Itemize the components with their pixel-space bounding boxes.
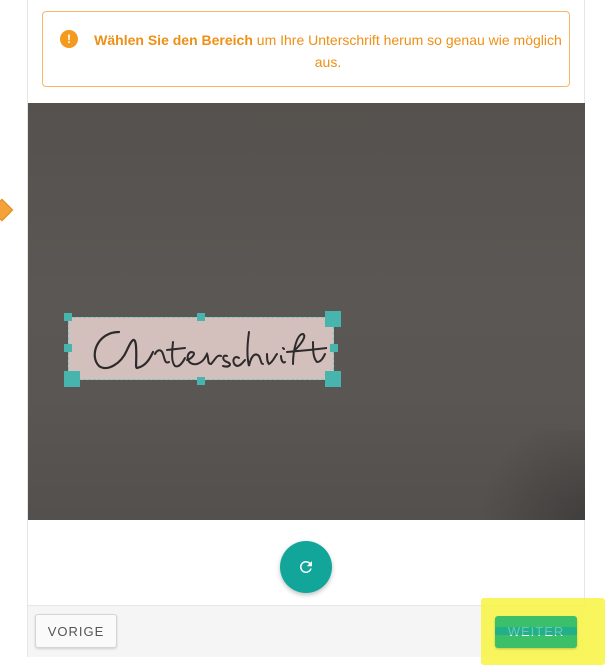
left-arrow-marker bbox=[0, 198, 14, 222]
alert-text: um Ihre Unterschrift herum so genau wie … bbox=[252, 32, 562, 70]
alert-bold-text: Wählen Sie den Bereich bbox=[94, 32, 253, 48]
signature-card: ! Wählen Sie den Bereich um Ihre Untersc… bbox=[27, 0, 585, 657]
crop-handle-top-right[interactable] bbox=[325, 311, 341, 327]
crop-handle-bottom-right[interactable] bbox=[325, 371, 341, 387]
crop-handle-bottom-left[interactable] bbox=[64, 371, 80, 387]
signature-photo[interactable] bbox=[28, 103, 585, 520]
instruction-alert: ! Wählen Sie den Bereich um Ihre Untersc… bbox=[42, 11, 570, 87]
next-button-accent bbox=[495, 627, 577, 635]
crop-selection[interactable] bbox=[68, 317, 334, 380]
crop-handle-right[interactable] bbox=[330, 344, 338, 352]
crop-handle-bottom[interactable] bbox=[197, 377, 205, 385]
crop-handle-top[interactable] bbox=[197, 313, 205, 321]
page: ! Wählen Sie den Bereich um Ihre Untersc… bbox=[0, 0, 610, 665]
previous-button[interactable]: VORIGE bbox=[35, 614, 117, 648]
crop-handle-top-left[interactable] bbox=[64, 313, 72, 321]
refresh-icon bbox=[299, 561, 312, 573]
signature-image bbox=[93, 330, 327, 370]
crop-handle-left[interactable] bbox=[64, 344, 72, 352]
refresh-button[interactable] bbox=[280, 541, 332, 593]
alert-message: Wählen Sie den Bereich um Ihre Unterschr… bbox=[89, 29, 567, 73]
exclamation-icon: ! bbox=[60, 30, 78, 48]
